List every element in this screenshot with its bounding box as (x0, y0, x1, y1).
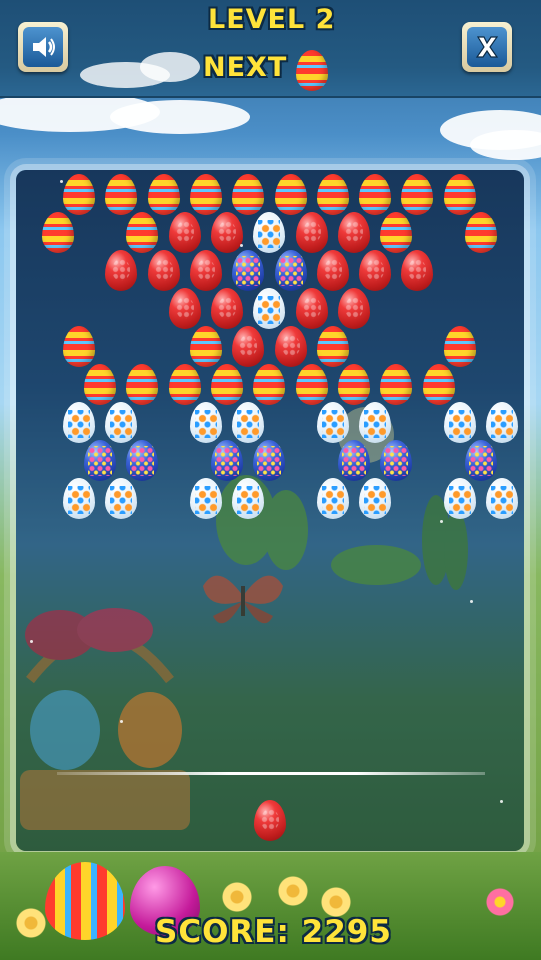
egg-blue (211, 440, 244, 481)
egg-red (274, 326, 307, 367)
sparkle (500, 800, 503, 803)
sparkle (60, 180, 63, 183)
egg-blue (232, 250, 265, 291)
egg-red (211, 212, 244, 253)
egg-blue (126, 440, 159, 481)
egg-striped (380, 364, 413, 405)
egg-striped (337, 364, 370, 405)
egg-white (63, 478, 95, 519)
score-label: SCORE: 2295 (155, 914, 392, 950)
egg-striped (126, 364, 159, 405)
egg-striped (295, 364, 328, 405)
egg-white (316, 402, 349, 443)
game-stage: LEVEL 2 NEXT SCORE: 2295 (0, 0, 541, 960)
sparkle (440, 520, 443, 523)
egg-blue (253, 440, 286, 481)
egg-white (316, 478, 349, 519)
egg-red (105, 250, 138, 291)
sparkle (120, 720, 123, 723)
egg-striped (401, 174, 434, 215)
egg-striped (105, 174, 138, 215)
egg-red (337, 212, 370, 253)
egg-white (486, 402, 518, 443)
egg-red (147, 250, 180, 291)
sparkle (240, 244, 243, 247)
egg-white (486, 478, 518, 519)
egg-striped (359, 174, 392, 215)
egg-white (443, 402, 476, 443)
egg-white (232, 478, 265, 519)
egg-striped (168, 364, 201, 405)
egg-striped (126, 212, 159, 253)
egg-red (189, 250, 222, 291)
sparkle (470, 600, 473, 603)
egg-blue (464, 440, 497, 481)
egg-white (232, 402, 265, 443)
egg-white (105, 478, 138, 519)
egg-red (232, 326, 265, 367)
egg-striped (274, 174, 307, 215)
egg-blue (274, 250, 307, 291)
egg-white (63, 402, 95, 443)
egg-white (443, 478, 476, 519)
egg-striped (211, 364, 244, 405)
egg-white (359, 478, 392, 519)
egg-red (337, 288, 370, 329)
egg-white (189, 478, 222, 519)
egg-white (253, 288, 286, 329)
egg-blue (380, 440, 413, 481)
egg-striped (316, 174, 349, 215)
egg-striped (253, 364, 286, 405)
egg-striped (316, 326, 349, 367)
egg-white (189, 402, 222, 443)
egg-blue (337, 440, 370, 481)
egg-red (401, 250, 434, 291)
egg-striped (41, 212, 74, 253)
egg-striped (443, 174, 476, 215)
egg-white (105, 402, 138, 443)
egg-striped (464, 212, 497, 253)
egg-striped (63, 174, 95, 215)
egg-striped (189, 174, 222, 215)
sparkle (30, 640, 33, 643)
aim-line (57, 772, 485, 775)
egg-white (359, 402, 392, 443)
egg-red (316, 250, 349, 291)
shooter-egg[interactable] (254, 800, 286, 841)
egg-red (295, 212, 328, 253)
decor-flower (480, 882, 520, 922)
egg-striped (147, 174, 180, 215)
egg-striped (63, 326, 95, 367)
egg-striped (189, 326, 222, 367)
egg-red (168, 212, 201, 253)
decor-flower (2, 894, 60, 952)
egg-striped (422, 364, 455, 405)
egg-red (211, 288, 244, 329)
egg-striped (84, 364, 117, 405)
egg-blue (84, 440, 117, 481)
egg-red (359, 250, 392, 291)
egg-red (168, 288, 201, 329)
egg-striped (380, 212, 413, 253)
egg-red (295, 288, 328, 329)
egg-striped (232, 174, 265, 215)
egg-white (253, 212, 286, 253)
egg-striped (443, 326, 476, 367)
